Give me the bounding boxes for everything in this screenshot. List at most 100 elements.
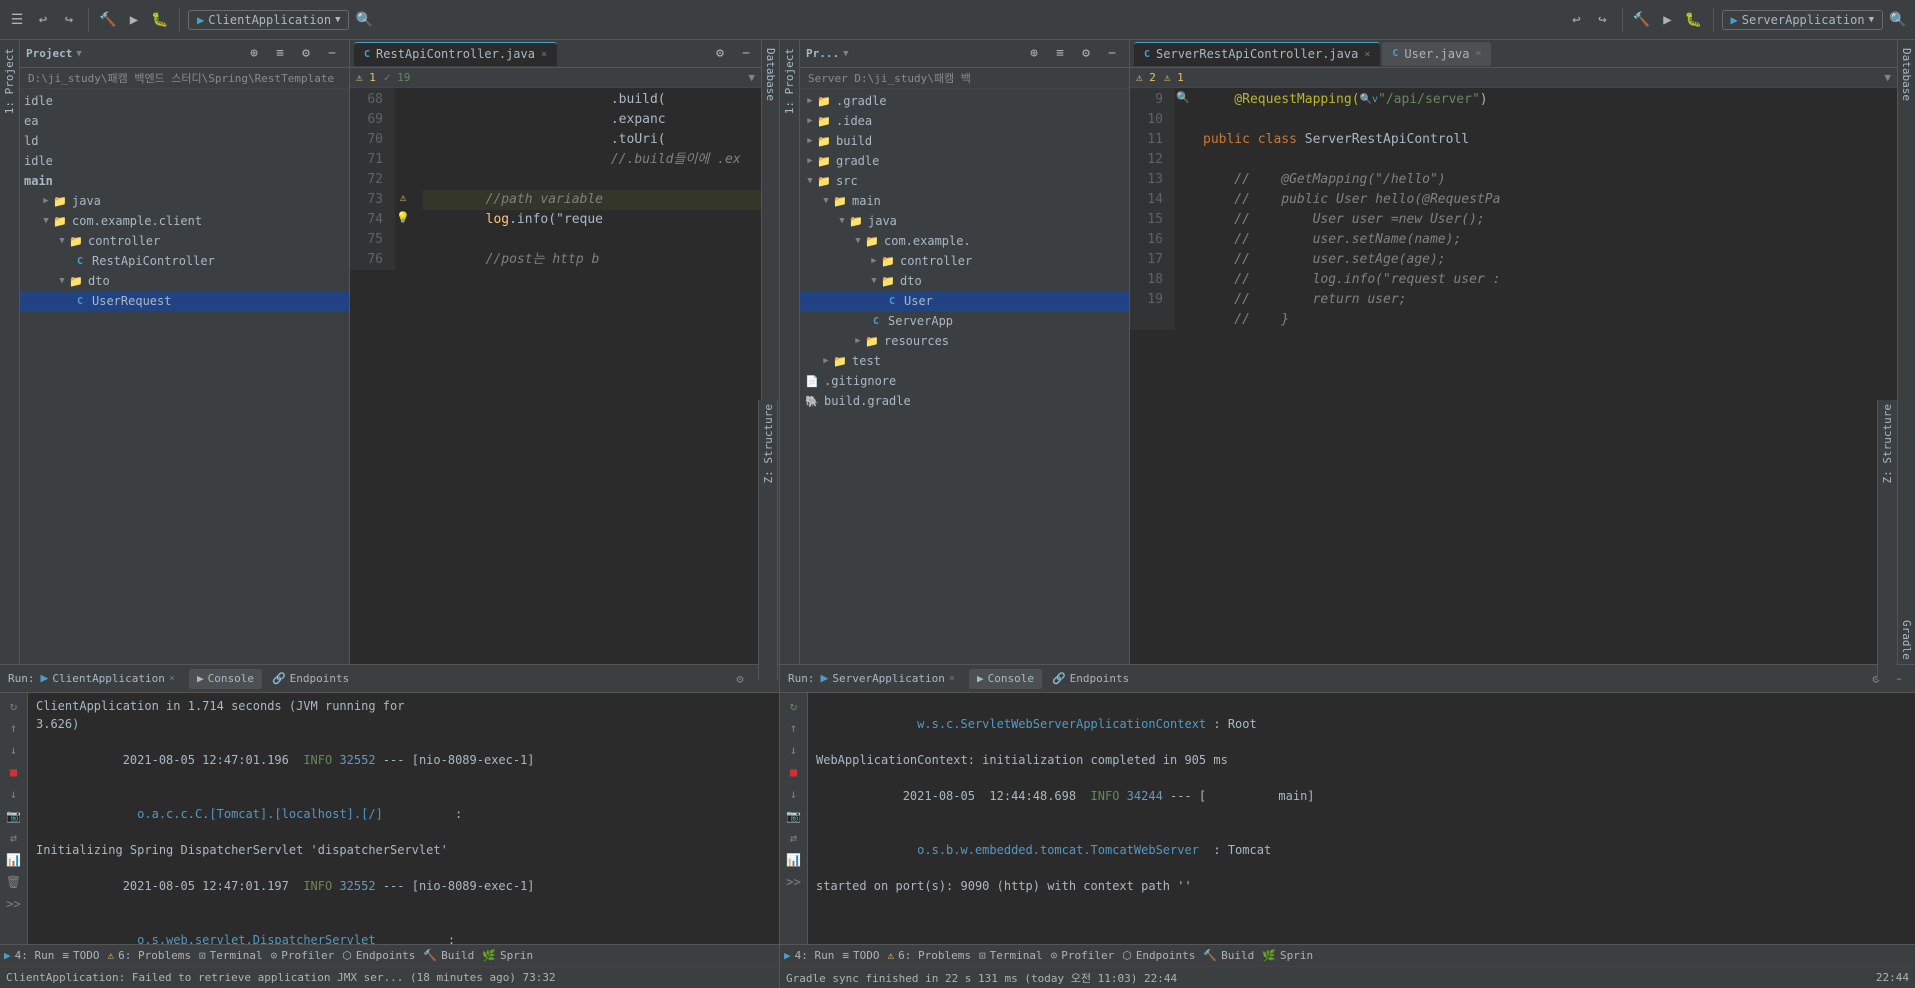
- left-status-run[interactable]: ▶ 4: Run: [4, 949, 54, 962]
- tree-item-idle1[interactable]: idle: [20, 91, 349, 111]
- right-status-endpoints[interactable]: ⬡ Endpoints: [1122, 949, 1195, 962]
- tab-server-rest-api[interactable]: C ServerRestApiController.java ×: [1134, 42, 1380, 66]
- expand-arrow[interactable]: ▼: [748, 71, 755, 84]
- right-project-minimize[interactable]: −: [1101, 43, 1123, 65]
- left-app-badge[interactable]: ▶ ClientApplication ▼: [188, 10, 349, 30]
- tab-close-user[interactable]: ×: [1475, 48, 1481, 59]
- tab-user-java[interactable]: C User.java ×: [1382, 42, 1491, 66]
- left-run-close[interactable]: ×: [169, 673, 175, 684]
- right-build-btn[interactable]: 🔨: [1631, 9, 1653, 31]
- left-status-terminal[interactable]: ⊡ Terminal: [199, 949, 263, 962]
- left-run-settings-btn[interactable]: ⚙: [731, 670, 749, 688]
- right-debug-btn[interactable]: 🐛: [1683, 9, 1705, 31]
- tree-item-ld[interactable]: ld: [20, 131, 349, 151]
- left-side-6btn[interactable]: ⇄: [5, 829, 23, 847]
- right-tree-server-app[interactable]: C ServerApp: [800, 311, 1129, 331]
- right-side-5btn[interactable]: 📷: [785, 807, 803, 825]
- right-project-add[interactable]: ⊕: [1023, 43, 1045, 65]
- tab-rest-api-controller[interactable]: C RestApiController.java ×: [354, 42, 557, 66]
- left-status-endpoints[interactable]: ⬡ Endpoints: [342, 949, 415, 962]
- right-forward-btn[interactable]: ↪: [1592, 9, 1614, 31]
- right-tree-resources[interactable]: ▶ 📁 resources: [800, 331, 1129, 351]
- right-tree-dto[interactable]: ▼ 📁 dto: [800, 271, 1129, 291]
- left-side-more[interactable]: >>: [5, 895, 23, 913]
- right-tab-console[interactable]: ▶ Console: [969, 669, 1042, 689]
- right-app-badge[interactable]: ▶ ServerApplication ▼: [1722, 10, 1883, 30]
- right-tree-gradle[interactable]: ▶ 📁 .gradle: [800, 91, 1129, 111]
- left-status-spring[interactable]: 🌿 Sprin: [482, 949, 533, 962]
- left-scroll-dn-btn[interactable]: ↓: [5, 741, 23, 759]
- right-project-collapse[interactable]: ≡: [1049, 43, 1071, 65]
- right-side-more[interactable]: >>: [785, 873, 803, 891]
- right-tree-src[interactable]: ▼ 📁 src: [800, 171, 1129, 191]
- right-project-tree[interactable]: ▶ 📁 .gradle ▶ 📁 .idea ▶ 📁 build: [800, 89, 1129, 664]
- right-side-4btn[interactable]: ↓: [785, 785, 803, 803]
- left-project-minimize[interactable]: −: [321, 43, 343, 65]
- left-project-tree[interactable]: idle ea ld idle main: [20, 89, 349, 664]
- left-db-label[interactable]: Database: [762, 44, 779, 105]
- left-side-7btn[interactable]: 📊: [5, 851, 23, 869]
- right-tree-build-gradle[interactable]: 🐘 build.gradle: [800, 391, 1129, 411]
- editor-settings-btn[interactable]: ⚙: [709, 43, 731, 65]
- right-tree-java[interactable]: ▼ 📁 java: [800, 211, 1129, 231]
- left-side-8btn[interactable]: 🗑: [5, 873, 23, 891]
- right-tree-build[interactable]: ▶ 📁 build: [800, 131, 1129, 151]
- tree-item-dto[interactable]: ▼ 📁 dto: [20, 271, 349, 291]
- right-side-6btn[interactable]: ⇄: [785, 829, 803, 847]
- run-btn[interactable]: ▶: [123, 9, 145, 31]
- right-code-area[interactable]: 9 10 11 12 13 14 15 16 17 18 19: [1130, 88, 1897, 664]
- right-run-btn[interactable]: ▶: [1657, 9, 1679, 31]
- search-btn[interactable]: 🔍: [353, 9, 375, 31]
- right-status-build[interactable]: 🔨 Build: [1203, 949, 1254, 962]
- project-vertical-label[interactable]: 1: Project: [1, 40, 18, 122]
- right-search-btn[interactable]: 🔍: [1887, 9, 1909, 31]
- left-scroll-up-btn[interactable]: ↑: [5, 719, 23, 737]
- left-rerun-btn[interactable]: ↻: [5, 697, 23, 715]
- left-side-5btn[interactable]: 📷: [5, 807, 23, 825]
- tree-item-user-request[interactable]: C UserRequest: [20, 291, 349, 311]
- right-tree-controller[interactable]: ▶ 📁 controller: [800, 251, 1129, 271]
- right-tab-endpoints[interactable]: 🔗 Endpoints: [1044, 669, 1137, 689]
- left-status-build[interactable]: 🔨 Build: [423, 949, 474, 962]
- right-side-7btn[interactable]: 📊: [785, 851, 803, 869]
- right-status-terminal[interactable]: ⊡ Terminal: [979, 949, 1043, 962]
- left-project-add[interactable]: ⊕: [243, 43, 265, 65]
- editor-minimize-btn[interactable]: −: [735, 43, 757, 65]
- right-rerun-btn[interactable]: ↻: [785, 697, 803, 715]
- right-tree-test[interactable]: ▶ 📁 test: [800, 351, 1129, 371]
- right-scroll-up-btn[interactable]: ↑: [785, 719, 803, 737]
- right-status-todo[interactable]: ≡ TODO: [842, 949, 879, 962]
- right-status-run[interactable]: ▶ 4: Run: [784, 949, 834, 962]
- right-expand-arrow[interactable]: ▼: [1884, 71, 1891, 84]
- right-status-profiler[interactable]: ⊙ Profiler: [1051, 949, 1115, 962]
- right-tree-com-example[interactable]: ▼ 📁 com.example.: [800, 231, 1129, 251]
- tree-item-rest-api-controller[interactable]: C RestApiController: [20, 251, 349, 271]
- left-side-4btn[interactable]: ↓: [5, 785, 23, 803]
- menu-btn[interactable]: ☰: [6, 9, 28, 31]
- build-btn[interactable]: 🔨: [97, 9, 119, 31]
- tree-item-idle2[interactable]: idle: [20, 151, 349, 171]
- back-btn[interactable]: ↩: [32, 9, 54, 31]
- left-status-todo[interactable]: ≡ TODO: [62, 949, 99, 962]
- right-run-close[interactable]: ×: [949, 673, 955, 684]
- right-tree-gradle2[interactable]: ▶ 📁 gradle: [800, 151, 1129, 171]
- tree-item-java[interactable]: ▶ 📁 java: [20, 191, 349, 211]
- tab-close-rest[interactable]: ×: [541, 49, 547, 60]
- left-status-profiler[interactable]: ⊙ Profiler: [271, 949, 335, 962]
- right-db-label[interactable]: Database: [1898, 44, 1915, 105]
- right-status-spring[interactable]: 🌿 Sprin: [1262, 949, 1313, 962]
- right-back-btn[interactable]: ↩: [1566, 9, 1588, 31]
- debug-btn[interactable]: 🐛: [149, 9, 171, 31]
- left-project-collapse[interactable]: ≡: [269, 43, 291, 65]
- z-structure-left-label[interactable]: Z: Structure: [758, 400, 779, 487]
- right-tree-user[interactable]: C User: [800, 291, 1129, 311]
- forward-btn[interactable]: ↪: [58, 9, 80, 31]
- right-scroll-dn-btn[interactable]: ↓: [785, 741, 803, 759]
- tree-item-controller[interactable]: ▼ 📁 controller: [20, 231, 349, 251]
- right-tree-gitignore[interactable]: 📄 .gitignore: [800, 371, 1129, 391]
- tab-close-server-rest[interactable]: ×: [1364, 49, 1370, 60]
- right-status-problems[interactable]: ⚠ 6: Problems: [888, 949, 971, 962]
- left-tab-console[interactable]: ▶ Console: [189, 669, 262, 689]
- left-status-problems[interactable]: ⚠ 6: Problems: [108, 949, 191, 962]
- right-stop-btn[interactable]: ■: [785, 763, 803, 781]
